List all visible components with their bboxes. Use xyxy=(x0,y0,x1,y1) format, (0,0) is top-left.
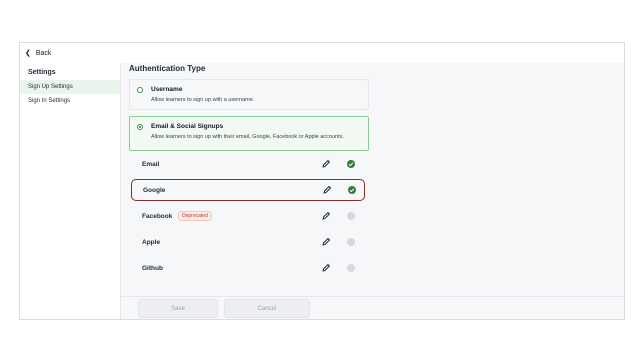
sidebar-title: Settings xyxy=(28,69,56,76)
circle-icon[interactable] xyxy=(347,264,355,272)
provider-row-email: Email xyxy=(131,154,365,176)
pencil-icon[interactable] xyxy=(321,159,331,169)
auth-option-username[interactable]: Username Allow learners to sign up with … xyxy=(129,79,369,110)
provider-name: Github xyxy=(142,265,163,272)
chevron-left-icon[interactable]: ❮ xyxy=(25,49,31,57)
auth-option-email-social[interactable]: Email & Social Signups Allow learners to… xyxy=(129,116,369,151)
auth-option-name: Email & Social Signups xyxy=(151,123,224,130)
provider-name: Email xyxy=(142,161,160,168)
provider-row-facebook: Facebook Deprecated xyxy=(131,206,365,228)
main-panel: Authentication Type Username Allow learn… xyxy=(121,63,624,319)
pencil-icon[interactable] xyxy=(321,237,331,247)
auth-option-name: Username xyxy=(151,86,183,93)
save-button[interactable]: Save xyxy=(138,299,218,318)
deprecated-badge: Deprecated xyxy=(178,211,212,221)
sidebar-item-sign-up-settings[interactable]: Sign Up Settings xyxy=(20,80,120,94)
check-circle-icon[interactable] xyxy=(347,160,355,168)
provider-row-apple: Apple xyxy=(131,232,365,254)
provider-row-github: Github xyxy=(131,258,365,280)
circle-icon[interactable] xyxy=(347,238,355,246)
provider-row-google: Google xyxy=(131,179,365,201)
provider-name: Facebook xyxy=(142,213,173,220)
settings-sidebar: Settings Sign Up Settings Sign In Settin… xyxy=(20,63,121,319)
back-link[interactable]: Back xyxy=(36,50,52,57)
footer-divider xyxy=(121,296,624,297)
pencil-icon[interactable] xyxy=(321,211,331,221)
provider-name: Apple xyxy=(142,239,161,246)
circle-icon[interactable] xyxy=(347,212,355,220)
pencil-icon[interactable] xyxy=(321,263,331,273)
auth-option-description: Allow learners to sign up with their ema… xyxy=(151,134,344,140)
auth-option-description: Allow learners to sign up with a usernam… xyxy=(151,97,255,103)
radio-email-social[interactable] xyxy=(137,124,143,130)
top-bar: ❮ Back xyxy=(20,43,624,64)
check-circle-icon[interactable] xyxy=(348,186,356,194)
radio-username[interactable] xyxy=(137,87,143,93)
provider-name: Google xyxy=(143,187,166,194)
sidebar-item-sign-in-settings[interactable]: Sign In Settings xyxy=(20,94,120,108)
pencil-icon[interactable] xyxy=(322,185,332,195)
app-window: ❮ Back Settings Sign Up Settings Sign In… xyxy=(19,42,625,320)
cancel-button[interactable]: Cancel xyxy=(224,299,310,318)
section-title: Authentication Type xyxy=(129,64,206,73)
